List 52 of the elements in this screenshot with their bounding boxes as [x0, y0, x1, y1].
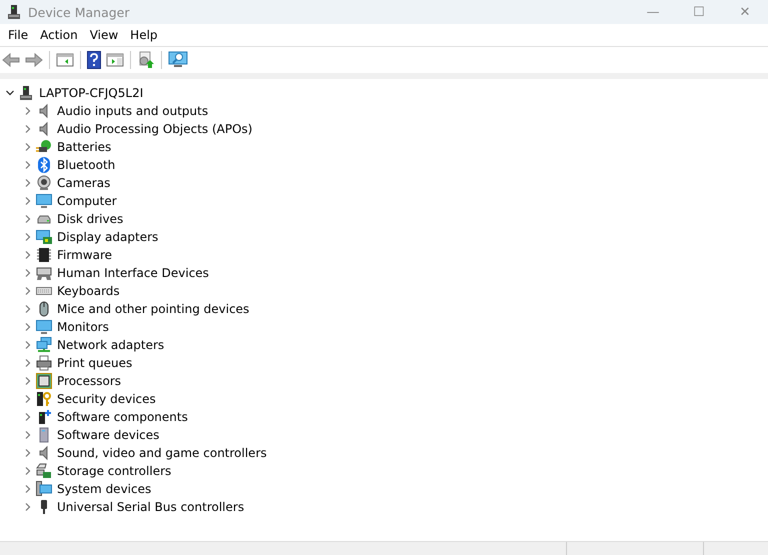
- tower-icon: [36, 409, 52, 425]
- tree-item[interactable]: Human Interface Devices: [57, 266, 209, 280]
- computer-icon: [18, 85, 34, 101]
- monitor-icon: [36, 193, 52, 209]
- forward-icon[interactable]: [25, 52, 43, 68]
- tree-item[interactable]: Software components: [57, 410, 188, 424]
- tree-item[interactable]: Software devices: [57, 428, 160, 442]
- tree-item[interactable]: Universal Serial Bus controllers: [57, 500, 244, 514]
- display-adapter-icon: [36, 229, 52, 245]
- tree-item[interactable]: LAPTOP-CFJQ5L2I: [39, 86, 144, 100]
- processor-icon: [36, 373, 52, 389]
- tree-item[interactable]: Security devices: [57, 392, 156, 406]
- tree-item[interactable]: Keyboards: [57, 284, 120, 298]
- scan-hardware-icon[interactable]: [137, 51, 155, 69]
- tree-item[interactable]: Computer: [57, 194, 117, 208]
- tree-item[interactable]: Storage controllers: [57, 464, 172, 478]
- battery-plug-icon: [36, 139, 52, 155]
- menu-item[interactable]: Action: [34, 28, 84, 42]
- menu-item[interactable]: View: [84, 28, 124, 42]
- tree-item[interactable]: Batteries: [57, 140, 112, 154]
- tree-item[interactable]: Monitors: [57, 320, 109, 334]
- console-tree-icon[interactable]: [56, 52, 74, 68]
- help-icon[interactable]: [87, 51, 101, 69]
- tree-item[interactable]: Network adapters: [57, 338, 164, 352]
- tree-item[interactable]: Print queues: [57, 356, 132, 370]
- chip-icon: [36, 247, 52, 263]
- tree-item[interactable]: System devices: [57, 482, 152, 496]
- window-title: Device Manager: [28, 4, 130, 20]
- printer-icon: [36, 355, 52, 371]
- menu-item[interactable]: Help: [124, 28, 164, 42]
- tree-item[interactable]: Display adapters: [57, 230, 158, 244]
- network-icon: [36, 337, 52, 353]
- tree-item[interactable]: Cameras: [57, 176, 110, 190]
- action-pane-icon[interactable]: [106, 52, 124, 68]
- bluetooth-icon: [36, 157, 52, 173]
- system-icon: [36, 481, 52, 497]
- monitor-search-icon[interactable]: [168, 51, 188, 69]
- tree-item[interactable]: Processors: [57, 374, 122, 388]
- computer-icon: [6, 4, 22, 20]
- tree-item[interactable]: Mice and other pointing devices: [57, 302, 250, 316]
- menu-item[interactable]: File: [2, 28, 34, 42]
- tree-item[interactable]: Audio Processing Objects (APOs): [57, 122, 252, 136]
- tree-item[interactable]: Sound, video and game controllers: [57, 446, 267, 460]
- tree-item[interactable]: Bluetooth: [57, 158, 116, 172]
- back-icon[interactable]: [2, 52, 20, 68]
- tree-item[interactable]: Firmware: [57, 248, 112, 262]
- monitor-icon: [36, 319, 52, 335]
- webcam-icon: [36, 175, 52, 191]
- key-icon: [36, 391, 52, 407]
- tree-item[interactable]: Disk drives: [57, 212, 124, 226]
- tree-item[interactable]: Audio inputs and outputs: [57, 104, 208, 118]
- storage-icon: [36, 463, 52, 479]
